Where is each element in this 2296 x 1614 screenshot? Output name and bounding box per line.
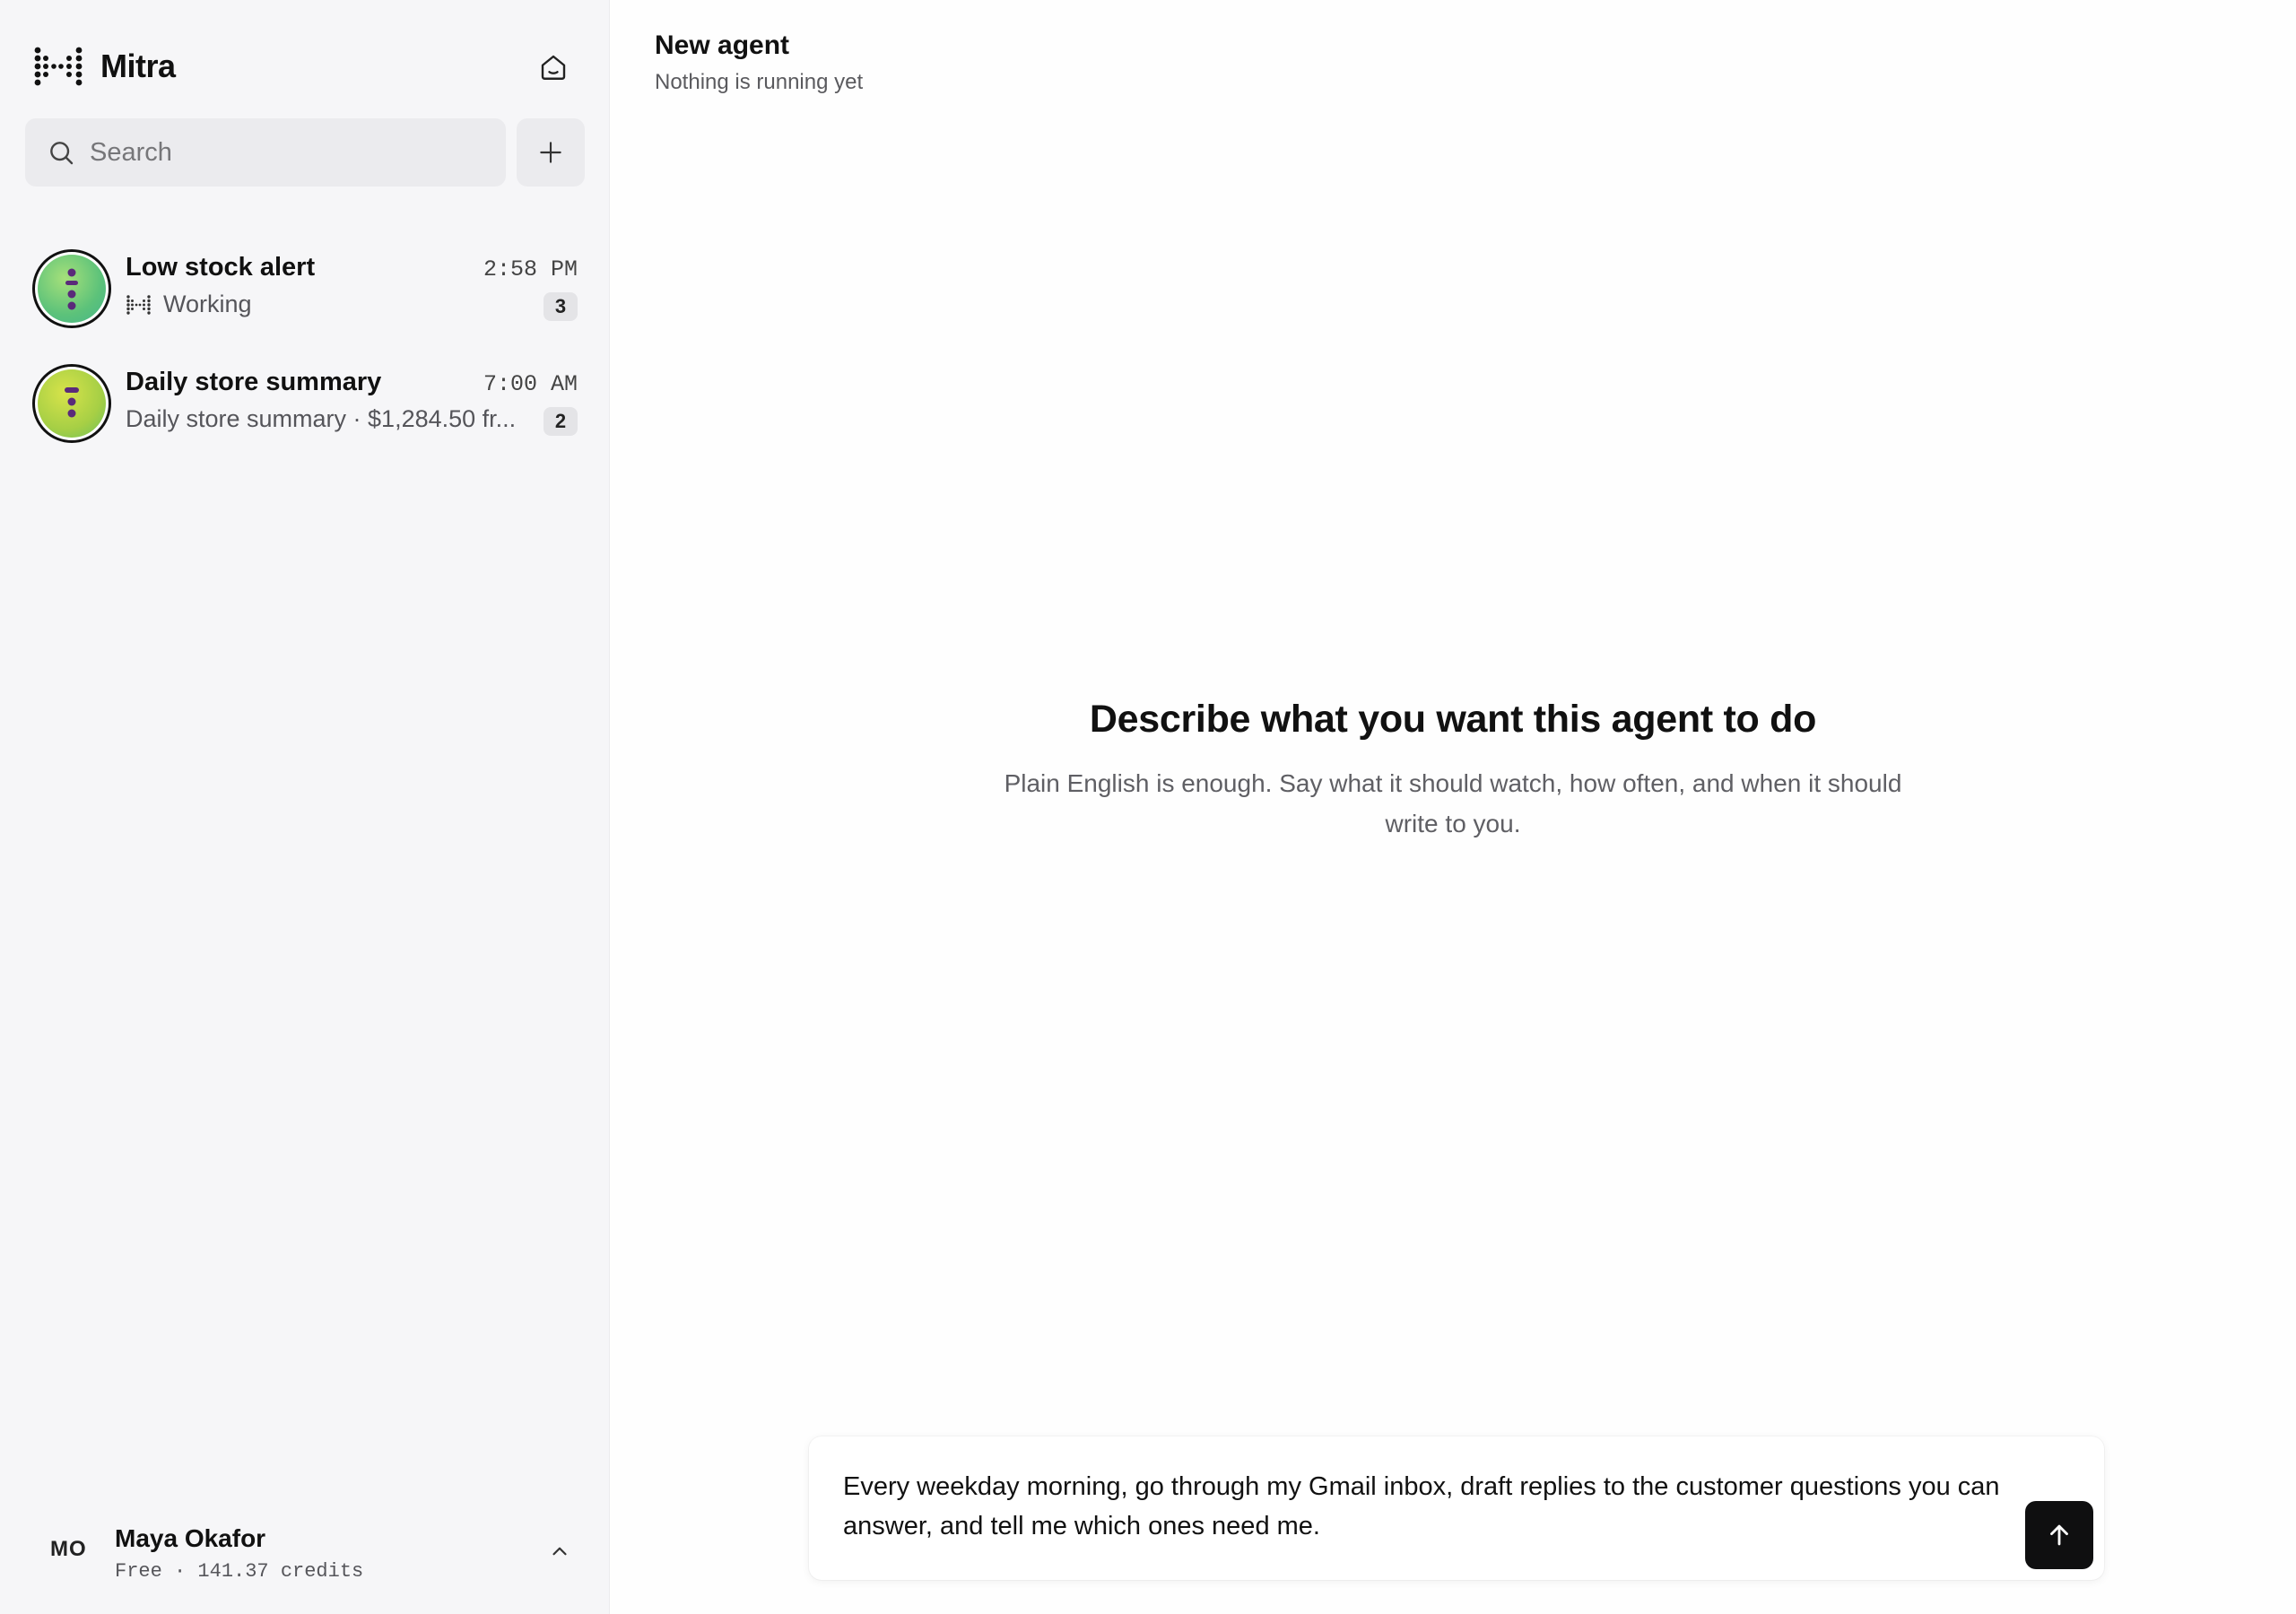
new-agent-button[interactable]	[517, 118, 585, 187]
mitra-logo-icon	[34, 47, 83, 86]
user-menu[interactable]: MO Maya Okafor Free · 141.37 credits	[32, 1517, 578, 1589]
agent-subtitle: Working	[163, 291, 252, 317]
main-panel: New agent Nothing is running yet Describ…	[610, 0, 2296, 1614]
send-button[interactable]	[2025, 1501, 2093, 1569]
user-plan: Free · 141.37 credits	[115, 1560, 364, 1583]
empty-state: Describe what you want this agent to do …	[610, 698, 2296, 844]
agent-face-icon	[65, 268, 78, 310]
agent-title: Low stock alert	[126, 253, 316, 282]
arrow-up-icon	[2050, 1524, 2068, 1546]
prompt-input[interactable]: Every weekday morning, go through my Gma…	[843, 1467, 2000, 1546]
home-icon	[541, 55, 566, 80]
agent-status: Working	[126, 291, 252, 318]
home-button[interactable]	[529, 45, 578, 90]
agent-count-badge: 2	[544, 407, 578, 436]
user-name: Maya Okafor	[115, 1524, 266, 1552]
page-subtitle: Nothing is running yet	[655, 70, 864, 94]
agent-face-icon	[65, 387, 79, 418]
agent-avatar	[32, 249, 111, 328]
empty-state-heading: Describe what you want this agent to do	[1089, 698, 1817, 741]
app-window: Mitra Search Low stock alert Working 2:5…	[0, 0, 2296, 1614]
brand[interactable]: Mitra	[34, 43, 176, 90]
sidebar: Mitra Search Low stock alert Working 2:5…	[0, 0, 610, 1614]
search-icon	[50, 142, 74, 165]
page-title: New agent	[655, 30, 790, 60]
agent-subtitle: Daily store summary · $1,284.50 fr...	[126, 405, 517, 432]
search-box[interactable]	[25, 118, 506, 187]
agent-count-badge: 3	[544, 292, 578, 321]
agent-avatar	[32, 364, 111, 443]
plus-icon	[540, 142, 561, 163]
working-dots-icon	[126, 294, 151, 315]
search-input[interactable]	[88, 136, 468, 169]
agent-title: Daily store summary	[126, 368, 382, 396]
agent-time: 2:58 PM	[483, 256, 578, 282]
empty-state-body: Plain English is enough. Say what it sho…	[1004, 769, 1902, 837]
avatar: MO	[50, 1537, 87, 1561]
agent-item-low-stock[interactable]: Low stock alert Working 2:58 PM 3	[32, 249, 578, 335]
agent-time: 7:00 AM	[483, 371, 578, 397]
agent-item-daily-summary[interactable]: Daily store summary Daily store summary …	[32, 364, 578, 450]
chevron-up-icon	[552, 1547, 567, 1556]
composer: Every weekday morning, go through my Gma…	[809, 1436, 2104, 1580]
brand-name: Mitra	[100, 48, 176, 84]
user-menu-toggle[interactable]	[542, 1533, 578, 1569]
